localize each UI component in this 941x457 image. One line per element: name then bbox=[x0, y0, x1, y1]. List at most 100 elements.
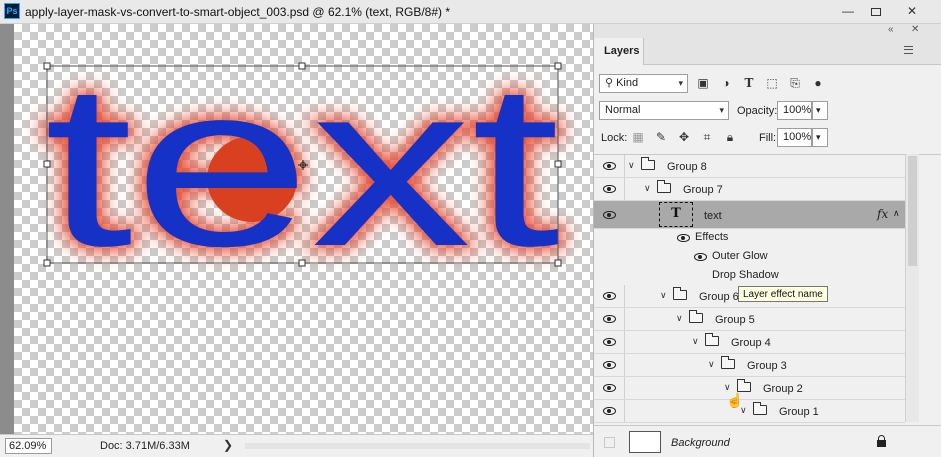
blend-mode-select[interactable]: Normal ▾ bbox=[599, 101, 729, 120]
eye-icon bbox=[603, 162, 616, 170]
handle-top-center[interactable] bbox=[298, 62, 306, 70]
tab-layers[interactable]: Layers bbox=[594, 38, 644, 65]
handle-top-left[interactable] bbox=[43, 62, 51, 70]
layer-row-group-3[interactable]: ∨ Group 3 bbox=[594, 354, 905, 377]
handle-top-right[interactable] bbox=[554, 62, 562, 70]
canvas-artwork[interactable]: text text bbox=[0, 24, 593, 434]
handle-bottom-right[interactable] bbox=[554, 259, 562, 267]
layer-filter-kind-select[interactable]: ⚲ Kind ▾ bbox=[599, 74, 688, 93]
opacity-field[interactable]: 100% bbox=[777, 101, 812, 120]
layer-row-text[interactable]: T text fx ∧ bbox=[594, 201, 905, 229]
collapse-panels-icon[interactable]: « bbox=[888, 24, 894, 35]
lock-image-pixels-icon[interactable]: ✎ bbox=[653, 129, 669, 145]
chevron-down-icon[interactable]: ∨ bbox=[644, 183, 651, 194]
chevron-down-icon[interactable]: ∨ bbox=[628, 160, 635, 171]
layer-name: Group 1 bbox=[779, 406, 819, 418]
chevron-down-icon[interactable]: ∨ bbox=[660, 290, 667, 301]
lock-position-icon[interactable]: ✥ bbox=[676, 129, 692, 145]
layers-scrollbar[interactable] bbox=[905, 154, 919, 422]
hand-pointer-cursor-icon: ☝ bbox=[726, 392, 744, 408]
document-title: apply-layer-mask-vs-convert-to-smart-obj… bbox=[25, 5, 450, 19]
layer-name: Group 7 bbox=[683, 184, 723, 196]
lock-icon[interactable] bbox=[877, 435, 886, 447]
folder-icon bbox=[641, 157, 655, 170]
scrollbar-thumb[interactable] bbox=[908, 156, 917, 266]
folder-icon bbox=[737, 379, 751, 392]
layer-row-group-4[interactable]: ∨ Group 4 bbox=[594, 331, 905, 354]
status-bar: 62.09% Doc: 3.71M/6.33M ❯ bbox=[0, 434, 593, 457]
type-filter-icon[interactable]: T bbox=[741, 75, 757, 91]
minimize-button[interactable]: — bbox=[833, 0, 863, 23]
layer-row-group-8[interactable]: ∨ Group 8 bbox=[594, 155, 905, 178]
chevron-down-icon[interactable]: ∨ bbox=[676, 313, 683, 324]
visibility-toggle[interactable] bbox=[594, 308, 625, 330]
status-menu-chevron-icon[interactable]: ❯ bbox=[223, 438, 233, 452]
document-canvas-area[interactable]: text text bbox=[0, 24, 593, 434]
eye-icon bbox=[603, 407, 616, 415]
opacity-label: Opacity: bbox=[737, 105, 778, 117]
lock-all-icon[interactable]: 🔒︎ bbox=[722, 129, 738, 145]
close-panel-icon[interactable]: ✕ bbox=[911, 24, 919, 35]
title-bar: Ps apply-layer-mask-vs-convert-to-smart-… bbox=[0, 0, 941, 24]
layer-name: Group 4 bbox=[731, 337, 771, 349]
layer-row-group-1[interactable]: ∨ Group 1 bbox=[594, 400, 905, 423]
layer-row-group-5[interactable]: ∨ Group 5 bbox=[594, 308, 905, 331]
smartobject-filter-icon[interactable]: ⎘ bbox=[787, 75, 803, 91]
visibility-toggle[interactable] bbox=[604, 437, 615, 448]
chevron-down-icon[interactable]: ∨ bbox=[692, 336, 699, 347]
eye-icon[interactable] bbox=[694, 253, 707, 261]
handle-bottom-center[interactable] bbox=[298, 259, 306, 267]
filter-toggle-icon[interactable]: ● bbox=[810, 75, 826, 91]
close-icon: ✕ bbox=[906, 4, 918, 18]
shape-filter-icon[interactable]: ⬚ bbox=[764, 75, 780, 91]
zoom-level-field[interactable]: 62.09% bbox=[5, 438, 52, 454]
fill-label: Fill: bbox=[759, 132, 777, 144]
eye-icon bbox=[603, 384, 616, 392]
image-filter-icon[interactable]: ▣ bbox=[695, 75, 711, 91]
folder-icon bbox=[721, 356, 735, 369]
effect-drop-shadow[interactable]: Drop Shadow bbox=[712, 269, 779, 281]
visibility-toggle[interactable] bbox=[594, 331, 625, 353]
fx-icon[interactable]: fx bbox=[877, 207, 888, 221]
fill-field[interactable]: 100% bbox=[777, 128, 812, 147]
layer-row-background[interactable]: Background bbox=[594, 425, 941, 457]
fill-dropdown[interactable]: ▾ bbox=[812, 128, 828, 147]
layer-row-group-2[interactable]: ∨ Group 2 bbox=[594, 377, 905, 400]
visibility-toggle[interactable] bbox=[594, 285, 625, 307]
effect-outer-glow[interactable]: Outer Glow bbox=[712, 250, 768, 262]
layer-row-group-7[interactable]: ∨ Group 7 bbox=[594, 178, 905, 201]
folder-icon bbox=[689, 310, 703, 323]
eye-icon bbox=[603, 315, 616, 323]
handle-middle-left[interactable] bbox=[43, 160, 51, 168]
folder-icon bbox=[705, 333, 719, 346]
visibility-toggle[interactable] bbox=[594, 201, 625, 229]
text-layer-thumbnail: T bbox=[659, 202, 693, 227]
handle-bottom-left[interactable] bbox=[43, 259, 51, 267]
horizontal-scrollbar[interactable] bbox=[245, 443, 590, 449]
visibility-toggle[interactable] bbox=[594, 354, 625, 376]
eye-icon bbox=[603, 292, 616, 300]
lock-transparent-pixels-icon[interactable]: ▦ bbox=[630, 129, 646, 145]
folder-icon bbox=[657, 180, 671, 193]
handle-middle-right[interactable] bbox=[554, 160, 562, 168]
visibility-toggle[interactable] bbox=[594, 178, 625, 200]
chevron-down-icon: ▾ bbox=[719, 105, 724, 115]
maximize-button[interactable] bbox=[861, 0, 891, 23]
folder-icon bbox=[753, 402, 767, 415]
layer-name: Group 8 bbox=[667, 161, 707, 173]
panel-menu-icon[interactable] bbox=[904, 46, 913, 54]
chevron-up-icon[interactable]: ∧ bbox=[893, 208, 900, 219]
visibility-toggle[interactable] bbox=[594, 377, 625, 399]
close-window-button[interactable]: ✕ bbox=[897, 0, 927, 23]
lock-artboard-icon[interactable]: ⌗ bbox=[699, 129, 715, 145]
visibility-toggle[interactable] bbox=[594, 400, 625, 422]
visibility-toggle[interactable] bbox=[594, 155, 625, 177]
search-icon: ⚲ bbox=[605, 77, 614, 89]
type-layer-icon: T bbox=[671, 206, 681, 221]
chevron-down-icon[interactable]: ∨ bbox=[708, 359, 715, 370]
effects-label[interactable]: Effects bbox=[695, 231, 728, 243]
eye-icon[interactable] bbox=[677, 234, 690, 242]
opacity-dropdown[interactable]: ▾ bbox=[812, 101, 828, 120]
layer-name: Group 2 bbox=[763, 383, 803, 395]
adjustment-filter-icon[interactable]: ◑ bbox=[718, 75, 734, 91]
